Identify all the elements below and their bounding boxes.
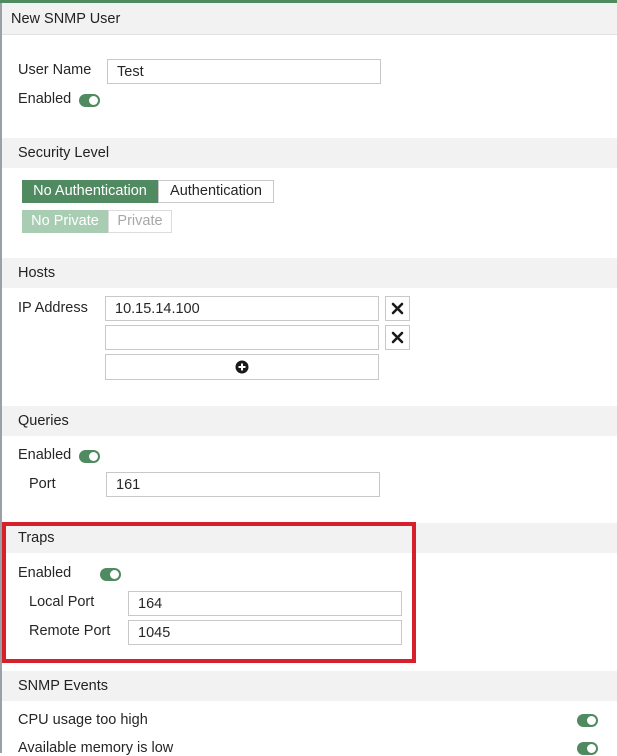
hosts-title: Hosts [18,265,56,281]
traps-enabled-label: Enabled [18,565,72,581]
queries-enabled-label: Enabled [18,447,72,463]
close-icon [391,331,404,344]
event-label-cpu-usage: CPU usage too high [18,712,148,728]
plus-circle-icon [235,360,249,374]
traps-enabled-toggle[interactable] [100,568,121,581]
event-toggle-cpu-usage[interactable] [577,714,598,727]
event-toggle-memory-low[interactable] [577,742,598,755]
traps-title: Traps [18,530,55,546]
queries-header: Queries [2,406,617,436]
traps-local-port-input[interactable] [128,591,402,616]
left-edge-border [0,3,2,753]
user-name-input[interactable] [107,59,381,84]
traps-remote-port-input[interactable] [128,620,402,645]
user-enabled-label: Enabled [18,91,72,107]
snmp-events-title: SNMP Events [18,678,108,694]
event-label-memory-low: Available memory is low [18,740,174,756]
ip-address-label: IP Address [18,300,88,316]
private-button[interactable]: Private [108,210,172,233]
user-name-label: User Name [18,62,92,78]
traps-remote-port-label: Remote Port [29,623,111,639]
add-host-button[interactable] [105,354,379,380]
no-authentication-button[interactable]: No Authentication [22,180,158,203]
hosts-header: Hosts [2,258,617,288]
close-icon [391,302,404,315]
user-enabled-toggle[interactable] [79,94,100,107]
no-private-button[interactable]: No Private [22,210,108,233]
ip-address-input-1[interactable] [105,296,379,321]
dialog-title: New SNMP User [11,11,121,27]
security-level-header: Security Level [2,138,617,168]
traps-header: Traps [2,523,617,553]
dialog-title-bar: New SNMP User [2,3,617,35]
queries-port-input[interactable] [106,472,380,497]
security-level-title: Security Level [18,145,110,161]
queries-enabled-toggle[interactable] [79,450,100,463]
remove-host-button-2[interactable] [385,325,410,350]
snmp-events-header: SNMP Events [2,671,617,701]
queries-title: Queries [18,413,69,429]
authentication-button[interactable]: Authentication [158,180,274,203]
traps-local-port-label: Local Port [29,594,95,610]
queries-port-label: Port [29,476,56,492]
ip-address-input-2[interactable] [105,325,379,350]
remove-host-button-1[interactable] [385,296,410,321]
